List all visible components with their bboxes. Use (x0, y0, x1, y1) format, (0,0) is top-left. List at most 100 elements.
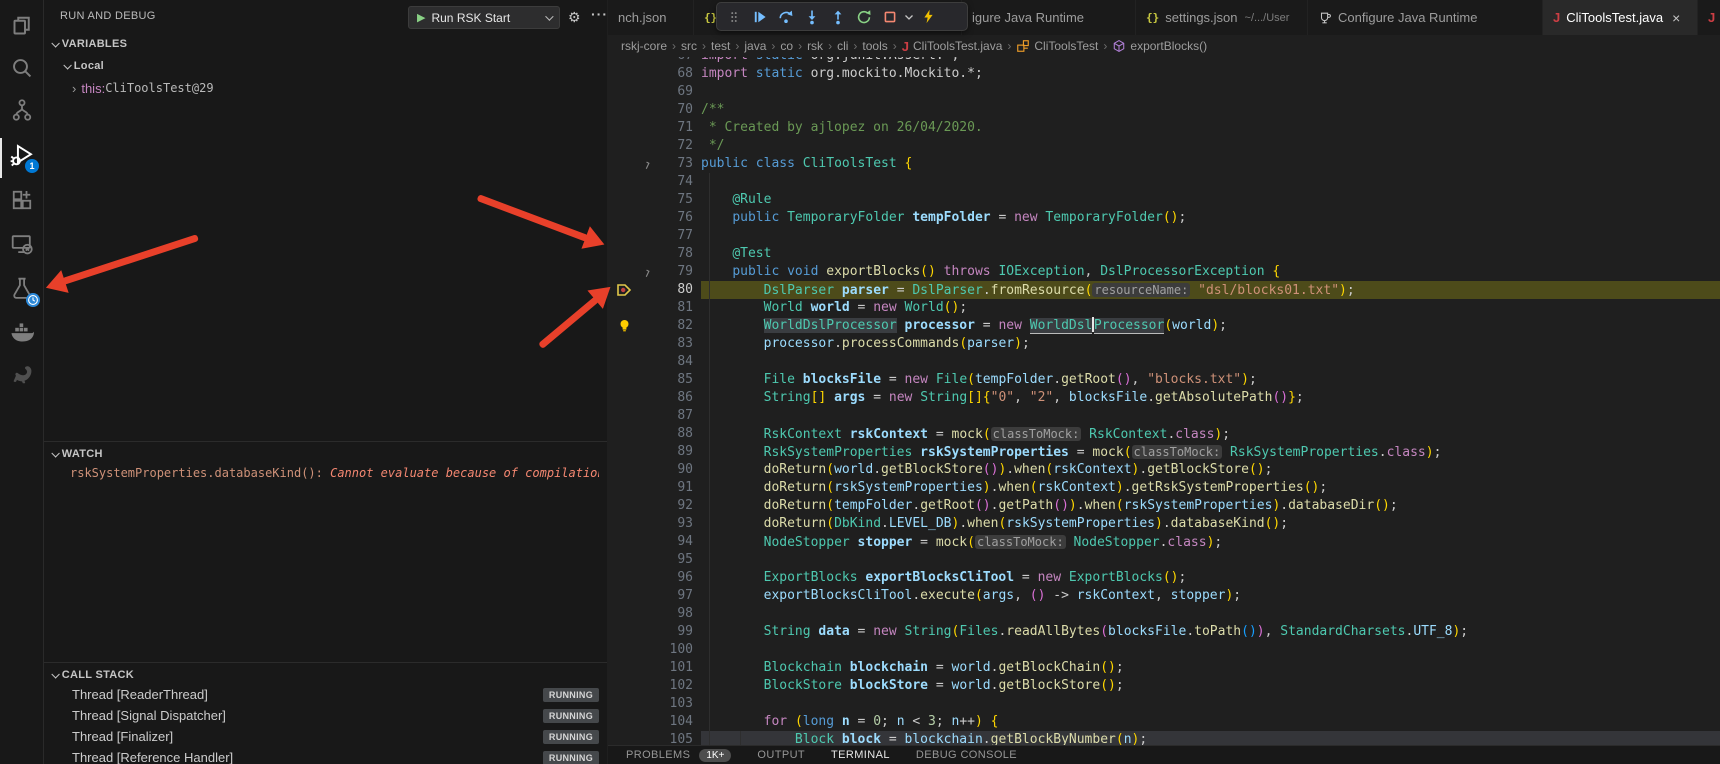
glyph-margin[interactable] (608, 317, 642, 335)
glyph-margin[interactable] (608, 245, 642, 263)
breadcrumb-item[interactable]: java (744, 39, 766, 53)
code-line[interactable]: 80 DslParser parser = DslParser.fromReso… (608, 281, 1720, 299)
glyph-margin[interactable] (608, 371, 642, 389)
panel-tab-debug-console[interactable]: DEBUG CONSOLE (916, 749, 1017, 761)
close-icon[interactable]: × (1672, 10, 1680, 26)
code-line[interactable]: ⌐73public class CliToolsTest { (608, 155, 1720, 173)
line-number[interactable]: 99 (658, 623, 693, 641)
glyph-margin[interactable] (608, 335, 642, 353)
code-line[interactable]: 88 RskContext rskContext = mock(classToM… (608, 425, 1720, 443)
code-line[interactable]: 77 (608, 227, 1720, 245)
breadcrumb-item[interactable]: JCliToolsTest.java (902, 39, 1003, 54)
call-stack-thread-row[interactable]: Thread [ReaderThread]RUNNING (44, 684, 607, 705)
line-number[interactable]: 78 (658, 245, 693, 263)
glyph-margin[interactable] (608, 299, 642, 317)
code-text[interactable]: import static org.junit.Assert.*; (693, 57, 959, 65)
explorer-icon[interactable] (0, 6, 43, 46)
code-line[interactable]: 94 NodeStopper stopper = mock(classToMoc… (608, 533, 1720, 551)
tab-igure Java Runtime[interactable]: igure Java Runtime (962, 0, 1136, 35)
code-text[interactable]: import static org.mockito.Mockito.*; (693, 65, 983, 83)
watch-expression-row[interactable]: rskSystemProperties.databaseKind(): Cann… (70, 466, 599, 486)
code-text[interactable]: public class CliToolsTest { (693, 155, 912, 173)
line-number[interactable]: 86 (658, 389, 693, 407)
code-line[interactable]: 85 File blocksFile = new File(tempFolder… (608, 371, 1720, 389)
code-text[interactable]: doReturn(DbKind.LEVEL_DB).when(rskSystem… (693, 515, 1288, 533)
breadcrumb-item[interactable]: rskj-core (621, 39, 667, 53)
code-text[interactable]: NodeStopper stopper = mock(classToMock: … (693, 533, 1222, 551)
code-line[interactable]: 102 BlockStore blockStore = world.getBlo… (608, 677, 1720, 695)
code-text[interactable]: /** (693, 101, 724, 119)
code-line[interactable]: 92 doReturn(tempFolder.getRoot().getPath… (608, 497, 1720, 515)
glyph-margin[interactable] (608, 641, 642, 659)
line-number[interactable]: 71 (658, 119, 693, 137)
line-number[interactable]: 101 (658, 659, 693, 677)
step-over-button[interactable] (773, 4, 799, 30)
breadcrumb-item[interactable]: rsk (807, 39, 823, 53)
breadcrumb-item[interactable]: test (711, 39, 730, 53)
glyph-margin[interactable] (608, 461, 642, 479)
breadcrumb-item[interactable]: co (780, 39, 793, 53)
line-number[interactable]: 105 (658, 731, 693, 745)
search-icon[interactable] (0, 48, 43, 88)
glyph-margin[interactable] (608, 605, 642, 623)
code-text[interactable] (693, 173, 701, 191)
glyph-margin[interactable] (608, 479, 642, 497)
code-line[interactable]: 98 (608, 605, 1720, 623)
glyph-margin[interactable] (608, 515, 642, 533)
glyph-margin[interactable] (608, 173, 642, 191)
call-stack-thread-row[interactable]: Thread [Finalizer]RUNNING (44, 726, 607, 747)
line-number[interactable]: 84 (658, 353, 693, 371)
code-text[interactable]: exportBlocksCliTool.execute(args, () -> … (693, 587, 1241, 605)
line-number[interactable]: 83 (658, 335, 693, 353)
gradle-icon[interactable] (0, 355, 43, 395)
gear-icon[interactable]: ⚙ (568, 9, 581, 26)
testing-icon[interactable] (0, 268, 43, 308)
glyph-margin[interactable] (608, 407, 642, 425)
code-line[interactable]: 68import static org.mockito.Mockito.*; (608, 65, 1720, 83)
glyph-margin[interactable] (608, 57, 642, 65)
line-number[interactable]: 77 (658, 227, 693, 245)
tab-nch.json[interactable]: nch.json (608, 0, 694, 35)
panel-tab-output[interactable]: OUTPUT (757, 749, 805, 761)
glyph-margin[interactable] (608, 101, 642, 119)
code-text[interactable] (693, 641, 701, 659)
glyph-margin[interactable] (608, 497, 642, 515)
code-text[interactable]: doReturn(tempFolder.getRoot().getPath())… (693, 497, 1398, 515)
line-number[interactable]: 93 (658, 515, 693, 533)
breadcrumb-item[interactable]: exportBlocks() (1112, 39, 1207, 53)
line-number[interactable]: 76 (658, 209, 693, 227)
code-line[interactable]: 99 String data = new String(Files.readAl… (608, 623, 1720, 641)
code-text[interactable]: Block block = blockchain.getBlockByNumbe… (693, 731, 1147, 745)
panel-tab-problems[interactable]: PROBLEMS1K+ (626, 749, 731, 762)
glyph-margin[interactable] (608, 281, 642, 299)
code-text[interactable]: ExportBlocks exportBlocksCliTool = new E… (693, 569, 1186, 587)
glyph-margin[interactable] (608, 353, 642, 371)
code-text[interactable]: doReturn(rskSystemProperties).when(rskCo… (693, 479, 1327, 497)
line-number[interactable]: 69 (658, 83, 693, 101)
code-line[interactable]: 101 Blockchain blockchain = world.getBlo… (608, 659, 1720, 677)
code-line[interactable]: 95 (608, 551, 1720, 569)
line-number[interactable]: 89 (658, 443, 693, 461)
code-line[interactable]: 78 @Test (608, 245, 1720, 263)
line-number[interactable]: 96 (658, 569, 693, 587)
call-stack-section-header[interactable]: CALL STACK (44, 664, 607, 686)
line-number[interactable]: 87 (658, 407, 693, 425)
glyph-margin[interactable] (608, 569, 642, 587)
code-text[interactable]: public void exportBlocks() throws IOExce… (693, 263, 1280, 281)
line-number[interactable]: 80 (658, 281, 693, 299)
code-text[interactable]: for (long n = 0; n < 3; n++) { (693, 713, 998, 731)
line-number[interactable]: 98 (658, 605, 693, 623)
line-number[interactable]: 100 (658, 641, 693, 659)
variables-scope-local[interactable]: Local (44, 55, 619, 77)
code-line[interactable]: ⌐79 public void exportBlocks() throws IO… (608, 263, 1720, 281)
code-text[interactable]: File blocksFile = new File(tempFolder.ge… (693, 371, 1257, 389)
code-text[interactable]: World world = new World(); (693, 299, 967, 317)
extensions-icon[interactable] (0, 180, 43, 220)
line-number[interactable]: 104 (658, 713, 693, 731)
line-number[interactable]: 68 (658, 65, 693, 83)
line-number[interactable]: 88 (658, 425, 693, 443)
docker-icon[interactable] (0, 312, 43, 352)
call-stack-thread-row[interactable]: Thread [Signal Dispatcher]RUNNING (44, 705, 607, 726)
code-line[interactable]: 76 public TemporaryFolder tempFolder = n… (608, 209, 1720, 227)
toolbar-drag-handle[interactable] (721, 4, 747, 30)
